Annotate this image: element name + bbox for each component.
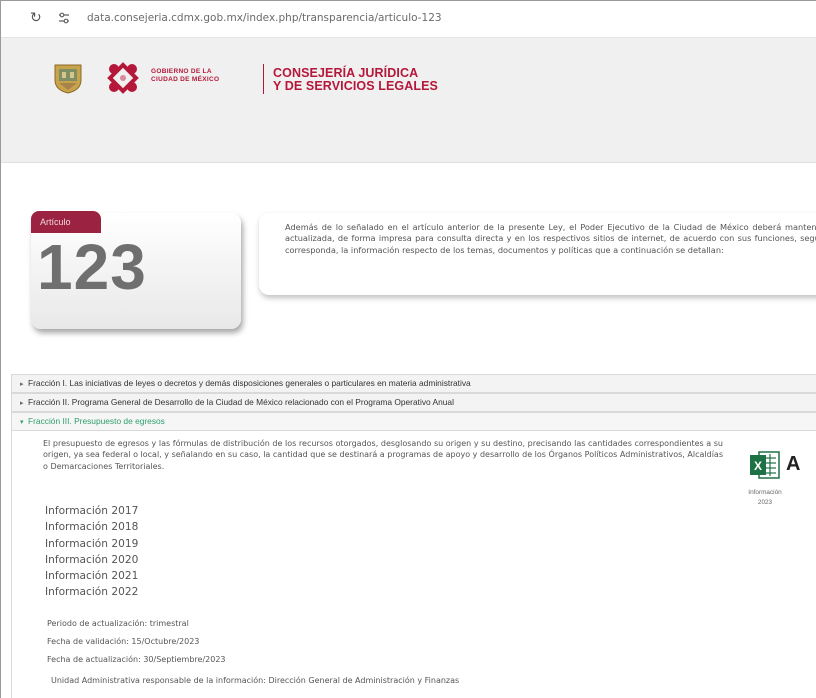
fecha-actualizacion: Fecha de actualización: 30/Septiembre/20… [47,655,226,664]
cdmx-logo-icon [107,62,139,94]
svg-text:X: X [754,459,762,473]
periodo-actualizacion: Periodo de actualización: trimestral [47,619,189,628]
informacion-links: Información 2017 Información 2018 Inform… [45,503,138,601]
excel-caption[interactable]: Información 2023 [741,488,789,508]
fraccion-iii-label: Fracción III. Presupuesto de egresos [28,416,165,426]
fraccion-ii-label: Fracción II. Programa General de Desarro… [28,397,454,407]
excel-caption-line-1: Información [748,489,782,496]
consejeria-line-2: Y DE SERVICIOS LEGALES [273,79,438,93]
info-link-2019[interactable]: Información 2019 [45,536,138,552]
info-link-2022[interactable]: Información 2022 [45,584,138,600]
excel-letter: A [786,453,801,475]
info-link-2020[interactable]: Información 2020 [45,552,138,568]
header-divider [263,64,264,94]
unidad-responsable: Unidad Administrativa responsable de la … [51,676,460,685]
cdmx-shield-icon [54,64,82,94]
gobierno-cdmx-text: GOBIERNO DE LA CIUDAD DE MÉXICO [151,68,219,84]
excel-caption-line-2: 2023 [757,499,773,506]
article-text: Además de lo señalado en el artículo ant… [285,222,816,255]
site-header: GOBIERNO DE LA CIUDAD DE MÉXICO CONSEJER… [1,38,816,163]
address-bar[interactable]: ↻ data.consejeria.cdmx.gob.mx/index.php/… [1,1,816,38]
consejeria-title[interactable]: CONSEJERÍA JURÍDICA Y DE SERVICIOS LEGAL… [273,67,438,93]
fecha-validacion: Fecha de validación: 15/Octubre/2023 [47,637,200,646]
fraccion-iii-header[interactable]: ▾ Fracción III. Presupuesto de egresos [11,412,816,431]
url-text[interactable]: data.consejeria.cdmx.gob.mx/index.php/tr… [87,12,442,24]
fraccion-iii-description: El presupuesto de egresos y las fórmulas… [43,439,723,471]
article-tab: Artículo [31,211,101,233]
site-settings-icon[interactable] [57,11,71,25]
caret-right-icon: ▸ [20,381,24,388]
info-link-2021[interactable]: Información 2021 [45,568,138,584]
article-section: Artículo 123 Además de lo señalado en el… [1,163,816,369]
reload-icon[interactable]: ↻ [30,11,44,25]
caret-right-icon: ▸ [20,400,24,407]
excel-file-icon[interactable]: X [749,449,781,481]
fraccion-ii-header[interactable]: ▸ Fracción II. Programa General de Desarr… [11,393,816,412]
fracciones-accordion: ▸ Fracción I. Las iniciativas de leyes o … [11,374,816,431]
browser-window: ↻ data.consejeria.cdmx.gob.mx/index.php/… [0,0,816,698]
fraccion-i-label: Fracción I. Las iniciativas de leyes o d… [28,378,471,388]
info-link-2017[interactable]: Información 2017 [45,503,138,519]
caret-down-icon: ▾ [20,419,24,426]
gov-line-1: GOBIERNO DE LA [151,68,212,75]
gov-line-2: CIUDAD DE MÉXICO [151,76,220,83]
fraccion-i-header[interactable]: ▸ Fracción I. Las iniciativas de leyes o … [11,374,816,393]
info-link-2018[interactable]: Información 2018 [45,519,138,535]
article-number: 123 [37,231,147,303]
